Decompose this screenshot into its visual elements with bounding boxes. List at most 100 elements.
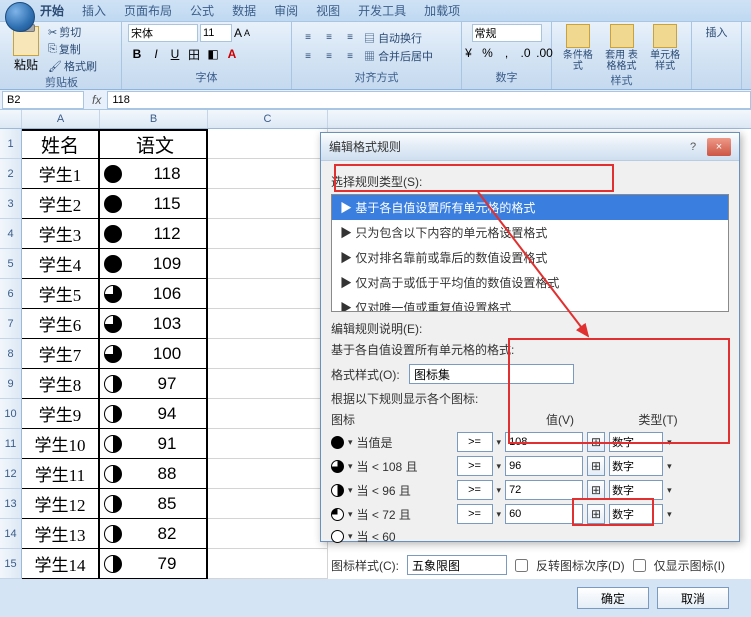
row-header[interactable]: 2	[0, 159, 22, 189]
value-input[interactable]	[505, 480, 583, 500]
range-picker-icon[interactable]: ⊞	[587, 456, 605, 476]
cell[interactable]: 79	[100, 549, 208, 579]
cell[interactable]: 学生6	[22, 309, 100, 339]
percent-icon[interactable]: %	[479, 44, 497, 62]
value-input[interactable]	[505, 504, 583, 524]
cell[interactable]: 学生4	[22, 249, 100, 279]
fmt-style-select[interactable]	[409, 364, 574, 384]
range-picker-icon[interactable]: ⊞	[587, 432, 605, 452]
cell[interactable]	[208, 429, 328, 459]
cell[interactable]: 学生2	[22, 189, 100, 219]
grow-font-icon[interactable]: A	[234, 26, 242, 40]
fmtpaint-button[interactable]: 🖌格式刷	[48, 58, 97, 74]
rule-item-3[interactable]: ▶ 仅对高于或低于平均值的数值设置格式	[332, 270, 728, 295]
cell[interactable]: 学生12	[22, 489, 100, 519]
row-header[interactable]: 10	[0, 399, 22, 429]
italic-button[interactable]: I	[147, 45, 165, 63]
row-header[interactable]: 12	[0, 459, 22, 489]
cell[interactable]: 115	[100, 189, 208, 219]
shrink-font-icon[interactable]: A	[244, 28, 250, 38]
close-button[interactable]: ×	[707, 138, 731, 156]
dec-dec-icon[interactable]: .00	[536, 44, 554, 62]
cell[interactable]	[208, 519, 328, 549]
tab-formula[interactable]: 公式	[190, 2, 214, 19]
chevron-down-icon[interactable]: ▾	[348, 461, 353, 472]
cell[interactable]: 85	[100, 489, 208, 519]
cell[interactable]	[208, 279, 328, 309]
merge-button[interactable]: ▦ 合并后居中	[364, 48, 433, 64]
type-select[interactable]	[609, 480, 663, 500]
row-header[interactable]: 8	[0, 339, 22, 369]
showonly-checkbox[interactable]	[633, 559, 646, 572]
cell[interactable]: 88	[100, 459, 208, 489]
tab-addin[interactable]: 加载项	[424, 2, 460, 19]
cell[interactable]	[208, 249, 328, 279]
align-grid[interactable]: ≡≡≡≡≡≡	[298, 28, 360, 65]
chevron-down-icon[interactable]: ▾	[497, 461, 502, 472]
col-C[interactable]: C	[208, 110, 328, 128]
cell[interactable]: 语文	[100, 129, 208, 159]
currency-icon[interactable]: ¥	[460, 44, 478, 62]
comma-icon[interactable]: ,	[498, 44, 516, 62]
cell[interactable]: 姓名	[22, 129, 100, 159]
border-button[interactable]: 田	[185, 45, 203, 63]
font-name-select[interactable]	[128, 24, 198, 42]
chevron-down-icon[interactable]: ▾	[497, 437, 502, 448]
cell[interactable]	[208, 459, 328, 489]
cell[interactable]: 100	[100, 339, 208, 369]
operator-select[interactable]	[457, 504, 493, 524]
cond-fmt-button[interactable]: 条件格式	[558, 24, 598, 72]
chevron-down-icon[interactable]: ▾	[497, 509, 502, 520]
value-input[interactable]	[505, 432, 583, 452]
cell[interactable]	[208, 339, 328, 369]
row-header[interactable]: 14	[0, 519, 22, 549]
chevron-down-icon[interactable]: ▾	[667, 461, 672, 472]
chevron-down-icon[interactable]: ▾	[667, 485, 672, 496]
tab-layout[interactable]: 页面布局	[124, 2, 172, 19]
select-all[interactable]	[0, 110, 22, 128]
cell[interactable]: 106	[100, 279, 208, 309]
office-orb[interactable]	[5, 2, 35, 32]
cell[interactable]: 91	[100, 429, 208, 459]
cell[interactable]	[208, 399, 328, 429]
tab-data[interactable]: 数据	[232, 2, 256, 19]
iconstyle-select[interactable]	[407, 555, 507, 575]
row-header[interactable]: 7	[0, 309, 22, 339]
row-header[interactable]: 3	[0, 189, 22, 219]
row-header[interactable]: 1	[0, 129, 22, 159]
type-select[interactable]	[609, 432, 663, 452]
tab-home[interactable]: 开始	[40, 2, 64, 19]
cell[interactable]: 94	[100, 399, 208, 429]
rule-item-2[interactable]: ▶ 仅对排名靠前或靠后的数值设置格式	[332, 245, 728, 270]
wrap-button[interactable]: ▤ 自动换行	[364, 30, 433, 46]
cell[interactable]: 学生5	[22, 279, 100, 309]
row-header[interactable]: 4	[0, 219, 22, 249]
cell[interactable]	[208, 309, 328, 339]
tab-insert[interactable]: 插入	[82, 2, 106, 19]
cell[interactable]	[208, 549, 328, 579]
rule-item-4[interactable]: ▶ 仅对唯一值或重复值设置格式	[332, 295, 728, 312]
rule-item-0[interactable]: ▶ 基于各自值设置所有单元格的格式	[332, 195, 728, 220]
type-select[interactable]	[609, 504, 663, 524]
fill-button[interactable]: ◧	[204, 45, 222, 63]
cell[interactable]	[208, 189, 328, 219]
row-header[interactable]: 11	[0, 429, 22, 459]
cell[interactable]: 118	[100, 159, 208, 189]
range-picker-icon[interactable]: ⊞	[587, 480, 605, 500]
cell[interactable]: 学生10	[22, 429, 100, 459]
cell[interactable]: 学生3	[22, 219, 100, 249]
cell[interactable]	[208, 369, 328, 399]
inc-dec-icon[interactable]: .0	[517, 44, 535, 62]
insert-button[interactable]: 插入	[706, 24, 728, 40]
cell[interactable]: 82	[100, 519, 208, 549]
cancel-button[interactable]: 取消	[657, 587, 729, 609]
cell[interactable]	[208, 159, 328, 189]
cell[interactable]: 学生9	[22, 399, 100, 429]
tab-review[interactable]: 审阅	[274, 2, 298, 19]
cut-button[interactable]: ✂剪切	[48, 24, 97, 40]
operator-select[interactable]	[457, 480, 493, 500]
row-header[interactable]: 15	[0, 549, 22, 579]
ok-button[interactable]: 确定	[577, 587, 649, 609]
col-B[interactable]: B	[100, 110, 208, 128]
cell[interactable]: 109	[100, 249, 208, 279]
